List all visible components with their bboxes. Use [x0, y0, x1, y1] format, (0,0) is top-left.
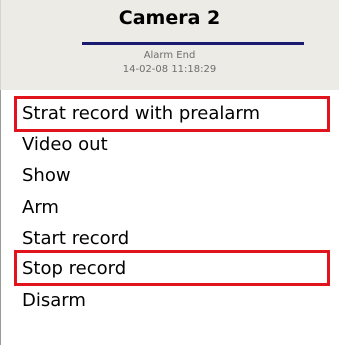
menu-item-arm[interactable]: Arm — [22, 193, 59, 223]
camera-timestamp: 14-02-08 11:18:29 — [122, 64, 217, 75]
title-underline — [82, 42, 304, 45]
camera-context-panel: Camera 2 Alarm End 14-02-08 11:18:29 Str… — [0, 0, 339, 345]
context-menu: Strat record with prealarm Video out Sho… — [0, 90, 339, 345]
camera-state-label: Alarm End — [143, 50, 196, 61]
menu-item-disarm[interactable]: Disarm — [22, 286, 86, 316]
menu-item-show[interactable]: Show — [22, 161, 71, 191]
menu-item-video-out[interactable]: Video out — [22, 130, 108, 160]
menu-item-start-record-with-prealarm[interactable]: Strat record with prealarm — [22, 99, 260, 129]
menu-item-stop-record[interactable]: Stop record — [22, 254, 126, 284]
menu-border — [0, 90, 1, 345]
panel-header: Camera 2 Alarm End 14-02-08 11:18:29 — [0, 0, 339, 90]
camera-title: Camera 2 — [118, 7, 221, 29]
